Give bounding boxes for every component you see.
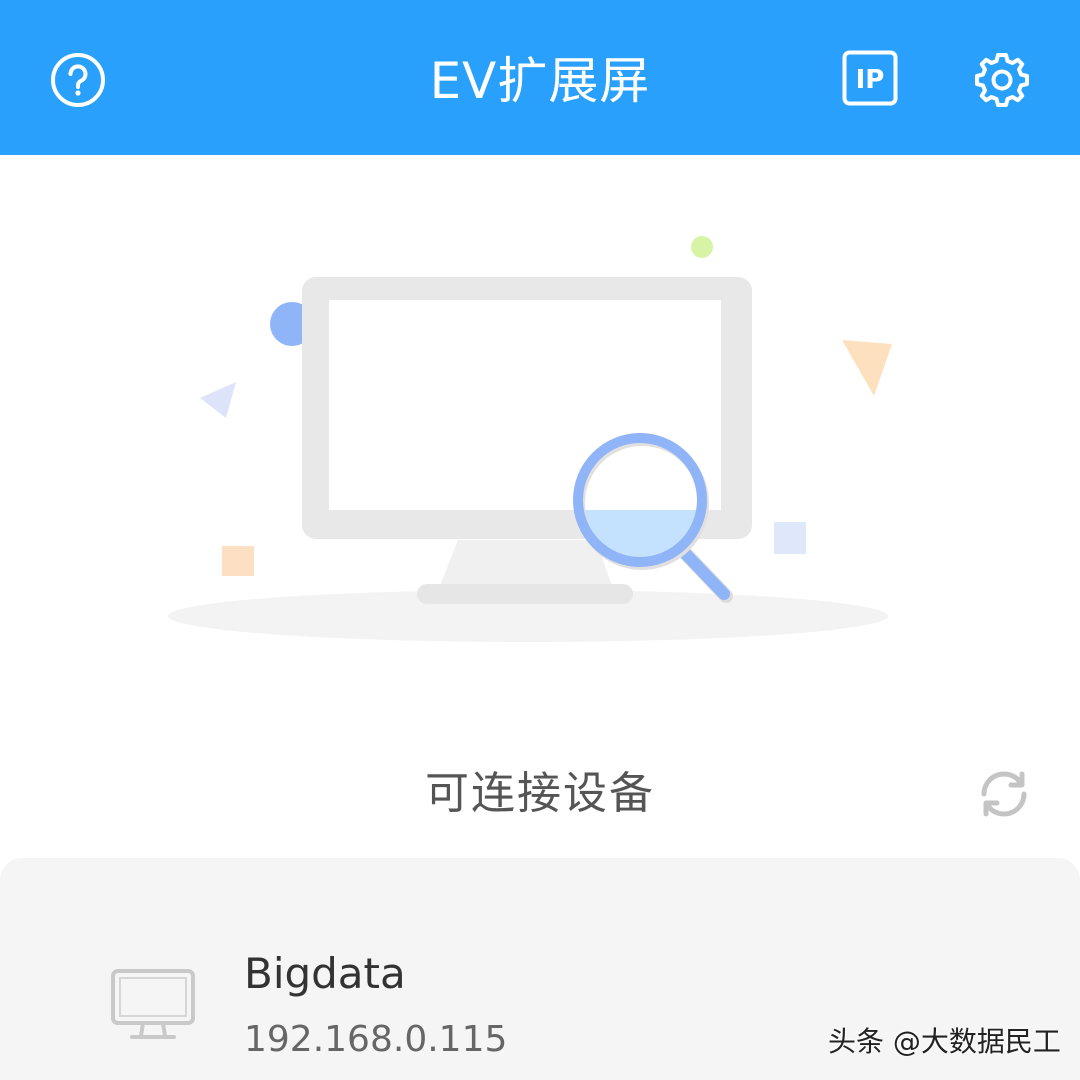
device-name: Bigdata bbox=[244, 949, 406, 998]
settings-button[interactable] bbox=[972, 50, 1032, 110]
refresh-button[interactable] bbox=[974, 764, 1034, 824]
app-header: EV扩展屏 IP bbox=[0, 0, 1080, 155]
monitor-search-illustration bbox=[150, 220, 910, 660]
refresh-icon bbox=[974, 764, 1034, 824]
ip-icon-label: IP bbox=[856, 65, 885, 95]
gear-icon bbox=[972, 50, 1032, 110]
device-ip-address: 192.168.0.115 bbox=[244, 1019, 508, 1060]
section-title-available-devices: 可连接设备 bbox=[425, 768, 655, 819]
ip-connect-button[interactable]: IP bbox=[842, 50, 898, 106]
watermark: 头条 @大数据民工 bbox=[828, 1025, 1061, 1058]
ip-icon: IP bbox=[842, 50, 898, 106]
monitor-icon bbox=[110, 968, 196, 1042]
page-title: EV扩展屏 bbox=[429, 52, 651, 110]
